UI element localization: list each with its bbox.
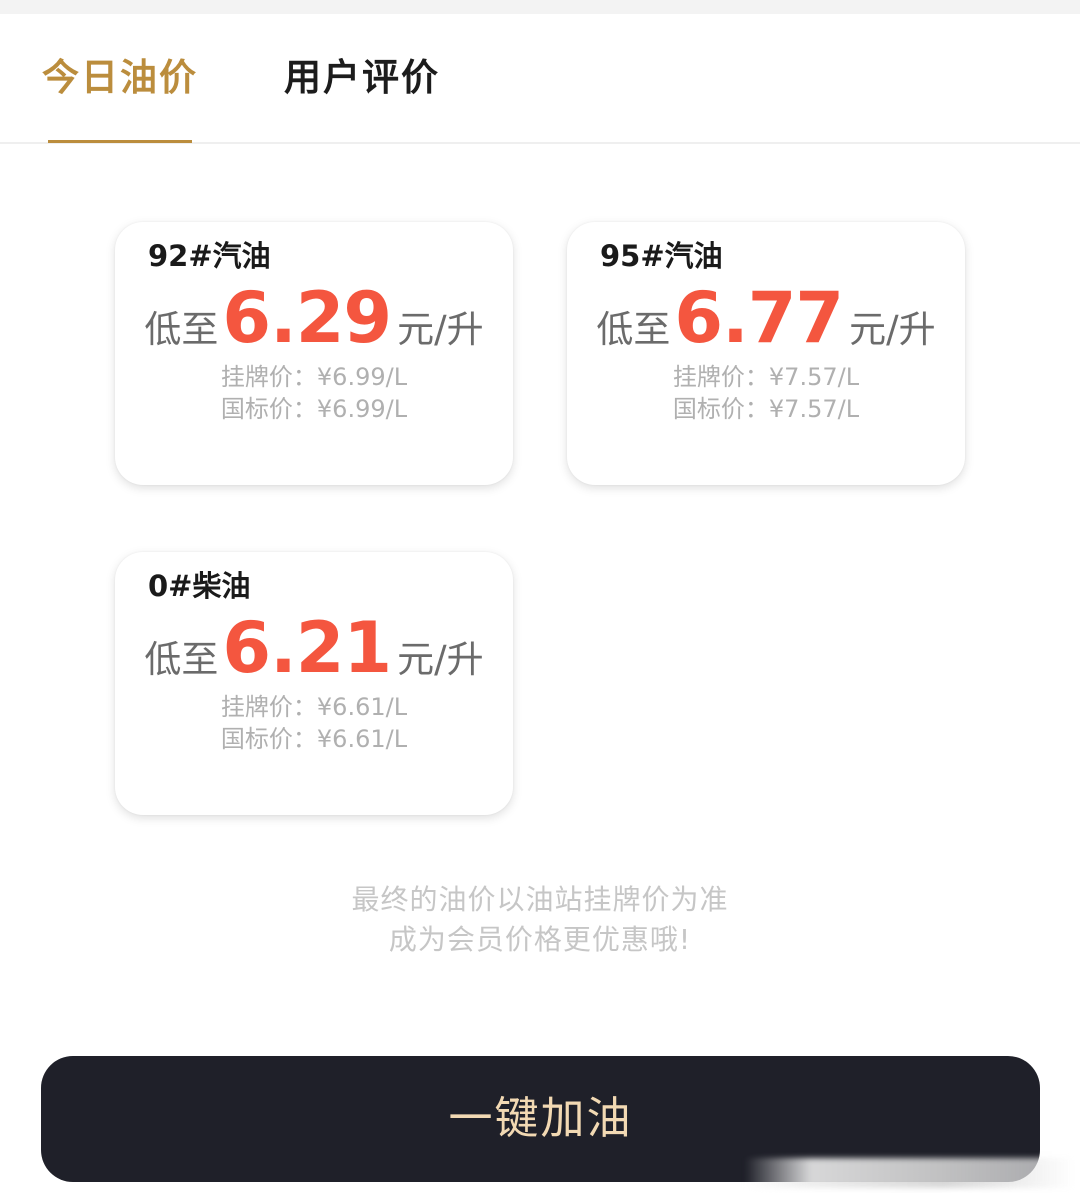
fuel-type-label: 92#汽油 (148, 239, 271, 273)
fuel-card-95[interactable]: 95#汽油 低至6.77 元/升 挂牌价：¥7.57/L 国标价：¥7.57/L (567, 222, 965, 485)
status-strip (0, 0, 1080, 14)
national-price: 国标价：¥6.61/L (220, 725, 408, 753)
fuel-card-0-diesel[interactable]: 0#柴油 低至6.21 元/升 挂牌价：¥6.61/L 国标价：¥6.61/L (115, 552, 513, 815)
price-unit: 元/升 (849, 308, 936, 351)
list-price: 挂牌价：¥7.57/L (672, 363, 860, 391)
tab-today-price[interactable]: 今日油价 (42, 56, 198, 100)
price-prefix: 低至 (144, 638, 219, 681)
price-prefix: 低至 (144, 308, 219, 351)
fuel-type-label: 0#柴油 (148, 569, 251, 603)
discount-price: 6.29 (222, 277, 392, 359)
price-notice-line-2: 成为会员价格更优惠哦! (388, 923, 692, 956)
fuel-card-92[interactable]: 92#汽油 低至6.29 元/升 挂牌价：¥6.99/L 国标价：¥6.99/L (115, 222, 513, 485)
tab-bar: 今日油价 用户评价 (0, 14, 1080, 144)
discount-price: 6.21 (222, 607, 392, 689)
price-notice-line-1: 最终的油价以油站挂牌价为准 (351, 883, 729, 916)
active-tab-indicator (48, 140, 192, 143)
discount-price: 6.77 (674, 277, 844, 359)
fuel-type-label: 95#汽油 (600, 239, 723, 273)
national-price: 国标价：¥6.99/L (220, 395, 408, 423)
price-unit: 元/升 (397, 638, 484, 681)
price-unit: 元/升 (397, 308, 484, 351)
list-price: 挂牌价：¥6.61/L (220, 693, 408, 721)
national-price: 国标价：¥7.57/L (672, 395, 860, 423)
price-prefix: 低至 (596, 308, 671, 351)
list-price: 挂牌价：¥6.99/L (220, 363, 408, 391)
blurred-watermark (745, 1158, 1075, 1188)
tab-user-reviews[interactable]: 用户评价 (284, 56, 440, 100)
